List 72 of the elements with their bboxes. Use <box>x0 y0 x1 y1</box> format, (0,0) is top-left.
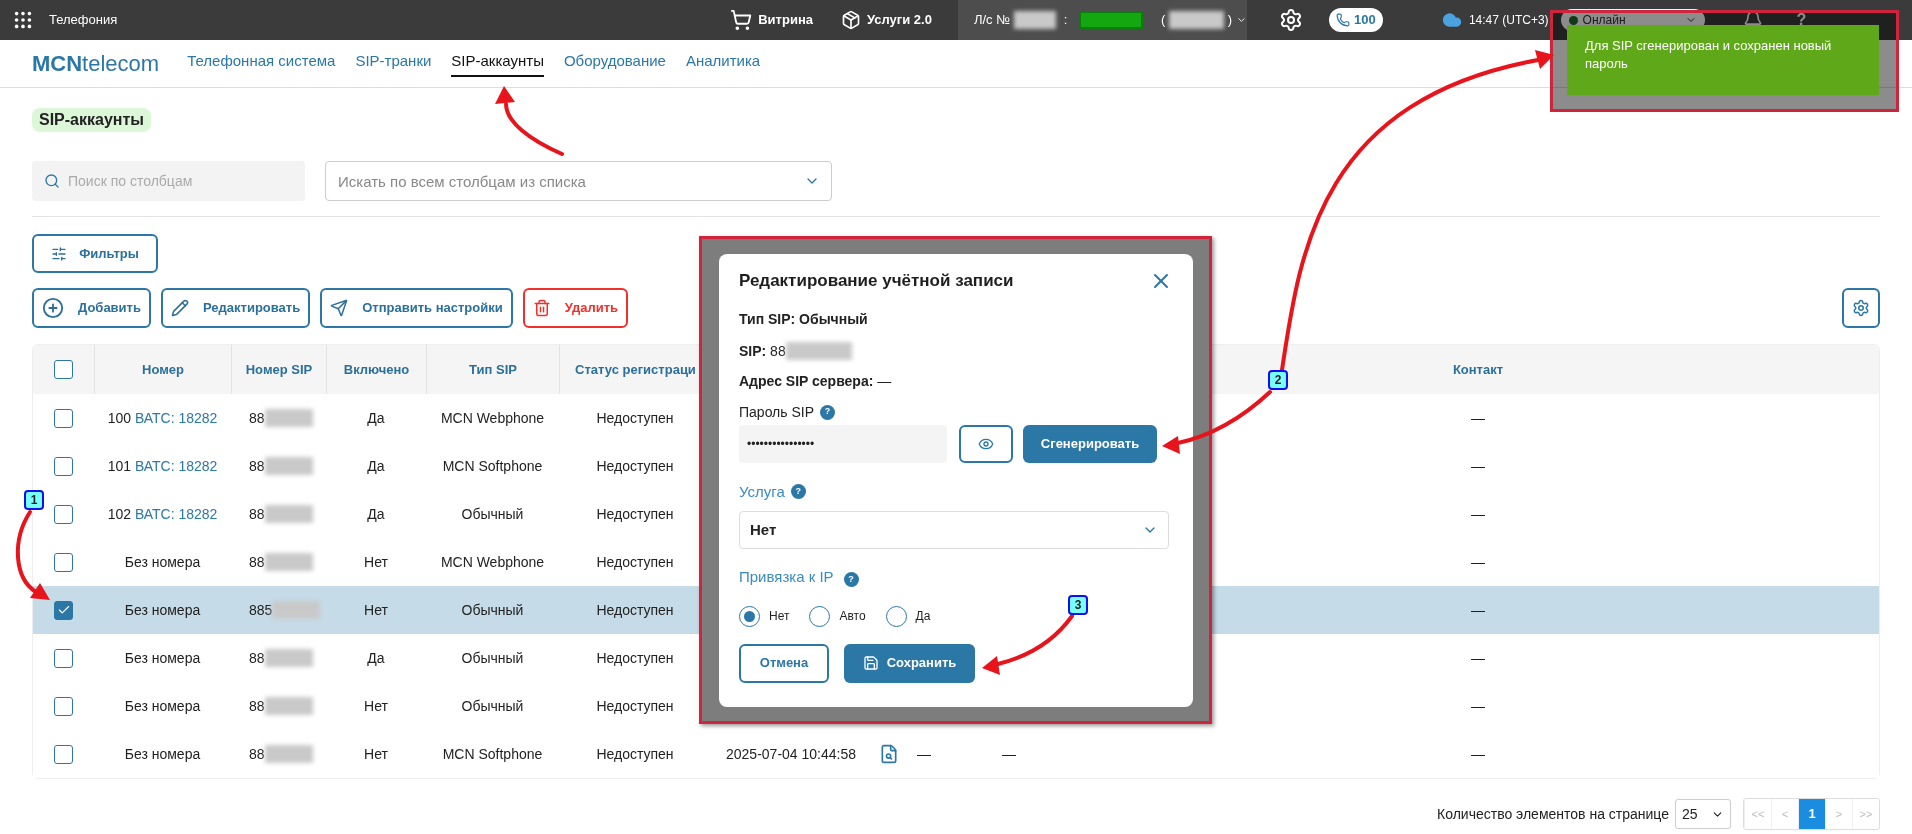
table-cell-text: — <box>1471 696 1485 716</box>
table-cell-text: 885 <box>249 600 273 620</box>
table-cell-text: — <box>1471 504 1485 524</box>
paren-close: ) <box>1227 11 1233 30</box>
dialog-title: Редактирование учётной записи <box>739 270 1014 292</box>
table-cell-text: — <box>1471 408 1485 428</box>
table-cell-text: MCN Webphone <box>440 408 545 428</box>
table-cell-text: Да <box>367 648 385 668</box>
table-cell-text: 101 ВАТС: 18282 <box>107 456 218 476</box>
table-cell-text: Недоступен <box>596 744 674 764</box>
sip-type-line: Тип SIP: Обычный <box>739 309 869 329</box>
server-address-line: Адрес SIP сервера: — <box>739 371 893 391</box>
table-cell-text: Недоступен <box>596 648 674 668</box>
step-badge: 3 <box>1068 595 1088 615</box>
table-cell-text: Да <box>367 408 385 428</box>
table-cell-text: Без номера <box>124 744 201 764</box>
table-cell-text: MCN Webphone <box>440 552 545 572</box>
table-cell-text: — <box>1471 456 1485 476</box>
table-cell-text: Недоступен <box>596 600 674 620</box>
calls-count: 100 <box>1354 11 1376 30</box>
table-cell-text: — <box>1002 744 1016 764</box>
table-cell-text: Недоступен <box>596 408 674 428</box>
ip-binding-label: Привязка к IP <box>739 567 834 587</box>
table-cell-text: Недоступен <box>596 504 674 524</box>
page-size-label: Количество элементов на странице <box>1437 804 1669 824</box>
table-cell-text: Обычный <box>461 600 524 620</box>
step-badge: 1 <box>24 490 44 510</box>
table-cell-text: — <box>917 744 931 764</box>
table-cell-text: Нет <box>364 696 388 716</box>
table-cell-text: Да <box>367 456 385 476</box>
table-cell-text: Нет <box>364 552 388 572</box>
table-cell-text: 88 <box>249 696 265 716</box>
table-cell-text: Без номера <box>124 600 201 620</box>
table-cell-text: 88 <box>249 456 265 476</box>
table-cell-text: Обычный <box>461 504 524 524</box>
table-cell-text: Да <box>367 504 385 524</box>
table-cell-text: Без номера <box>124 648 201 668</box>
table-cell-text: — <box>1471 744 1485 764</box>
table-cell-text: — <box>1471 648 1485 668</box>
table-cell-text: 2025-07-04 10:44:58 <box>726 744 856 764</box>
account-separator: : <box>1063 11 1068 30</box>
table-cell-text: — <box>1471 552 1485 572</box>
table-cell-text: Нет <box>364 600 388 620</box>
table-cell-text: Нет <box>364 744 388 764</box>
service-label: Услуга <box>739 481 785 502</box>
table-cell-text: 102 ВАТС: 18282 <box>107 504 218 524</box>
table-cell-text: Обычный <box>461 648 524 668</box>
app-title: Телефония <box>49 11 118 30</box>
step-badge: 2 <box>1268 370 1288 390</box>
table-cell-text: 88 <box>249 744 265 764</box>
account-label: Л/с № <box>973 11 1011 30</box>
table-cell-text: Обычный <box>461 696 524 716</box>
status-label: Онлайн <box>1582 12 1626 29</box>
password-label: Пароль SIP <box>739 402 815 422</box>
table-cell-text: 88 <box>249 552 265 572</box>
table-cell-text: 88 <box>249 408 265 428</box>
toast-message: Для SIP сгенерирован и сохранен новый пароль <box>1585 38 1832 71</box>
table-cell-text: Без номера <box>124 696 201 716</box>
table-cell-text: Недоступен <box>596 696 674 716</box>
table-cell-text: MCN Softphone <box>442 456 543 476</box>
table-cell-text: Недоступен <box>596 552 674 572</box>
table-cell-text: MCN Softphone <box>442 744 543 764</box>
table-cell-text: 88 <box>249 504 265 524</box>
table-cell-text: 88 <box>249 648 265 668</box>
time-label: 14:47 (UTC+3) <box>1468 12 1549 29</box>
table-cell-text: 100 ВАТС: 18282 <box>107 408 218 428</box>
table-cell-text: — <box>1471 600 1485 620</box>
page-title: SIP-аккаунты <box>32 108 151 132</box>
sip-line: SIP: 88 <box>739 341 786 361</box>
paren-open: ( <box>1161 11 1166 30</box>
table-cell-text: Недоступен <box>596 456 674 476</box>
table-cell-text: Без номера <box>124 552 201 572</box>
